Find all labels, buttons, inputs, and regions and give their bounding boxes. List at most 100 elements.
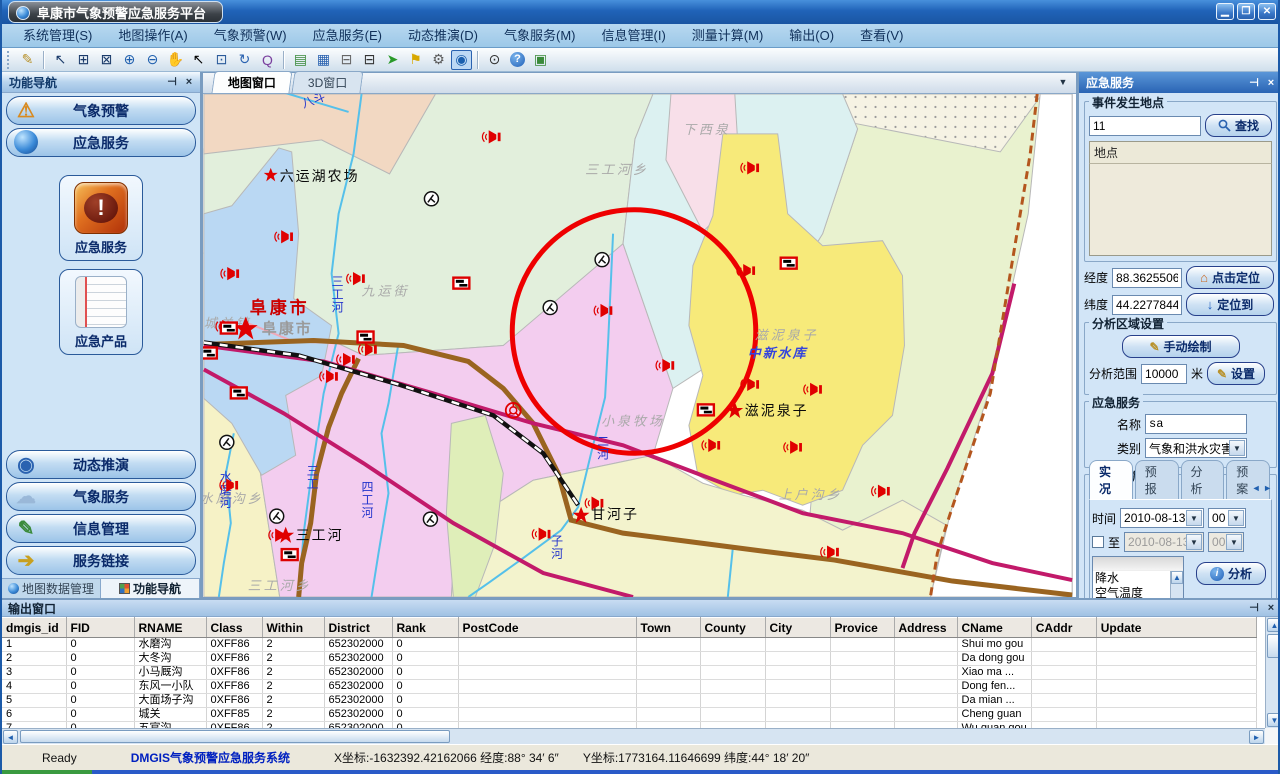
- monument-marker[interactable]: [270, 509, 284, 523]
- tab-3d-window[interactable]: 3D窗口: [291, 71, 363, 93]
- close-icon[interactable]: ×: [182, 75, 196, 89]
- column-header[interactable]: Address: [894, 618, 957, 638]
- monument-marker[interactable]: [423, 512, 437, 526]
- monument-marker[interactable]: [220, 435, 234, 449]
- column-header[interactable]: Provice: [830, 618, 894, 638]
- manual-draw-button[interactable]: ✎ 手动绘制: [1122, 335, 1240, 358]
- tab-analysis[interactable]: 分析: [1181, 460, 1225, 499]
- column-header[interactable]: Town: [636, 618, 700, 638]
- latitude-field[interactable]: [1112, 295, 1182, 315]
- tab-map-data-management[interactable]: 地图数据管理: [2, 579, 101, 598]
- toolbar-grip[interactable]: [7, 51, 13, 69]
- location-list-header[interactable]: 地点: [1089, 141, 1272, 164]
- table-row[interactable]: 20大冬沟0XFF8626523020000Da dong gou: [2, 652, 1256, 666]
- emergency-product-shortcut[interactable]: 应急产品: [59, 269, 143, 355]
- menu-dynamic[interactable]: 动态推演(D): [395, 24, 491, 47]
- flag-marker[interactable]: [231, 387, 247, 398]
- menu-view[interactable]: 查看(V): [847, 24, 916, 47]
- select-icon[interactable]: ↖: [50, 50, 71, 70]
- chevron-down-icon[interactable]: ▼: [1229, 440, 1245, 456]
- click-locate-button[interactable]: ⌂ 点击定位: [1186, 266, 1274, 289]
- hour-from-select[interactable]: 00▼: [1208, 508, 1246, 528]
- sidebar-item-info-management[interactable]: ✎ 信息管理: [6, 514, 196, 543]
- column-header[interactable]: FID: [66, 618, 134, 638]
- map-tab-dropdown-icon[interactable]: ▼: [1056, 77, 1070, 87]
- print-icon[interactable]: ⊟: [336, 50, 357, 70]
- globe-icon[interactable]: ◉: [451, 50, 472, 70]
- monument-marker[interactable]: [424, 192, 438, 206]
- location-list[interactable]: [1089, 164, 1272, 256]
- flag-marker[interactable]: [781, 258, 797, 269]
- range-field[interactable]: [1141, 364, 1187, 384]
- layers-icon[interactable]: ▤: [290, 50, 311, 70]
- element-list[interactable]: 降水 空气温度 ▲: [1092, 556, 1184, 598]
- date-to-select[interactable]: 2010-08-13▼: [1124, 532, 1204, 552]
- flag-marker[interactable]: [221, 323, 237, 334]
- refresh-icon[interactable]: ↻: [234, 50, 255, 70]
- pin-icon[interactable]: ⊣: [1247, 76, 1261, 90]
- flag-marker[interactable]: [453, 278, 469, 289]
- zoom-question-icon[interactable]: Q: [257, 50, 278, 70]
- menu-info[interactable]: 信息管理(I): [589, 24, 679, 47]
- zoom-out-icon[interactable]: ⊖: [142, 50, 163, 70]
- longitude-field[interactable]: [1112, 268, 1182, 288]
- pin-icon[interactable]: ⚑: [405, 50, 426, 70]
- list-scrollbar[interactable]: ▲: [1170, 571, 1183, 598]
- menu-weather-service[interactable]: 气象服务(M): [491, 24, 589, 47]
- menu-emergency[interactable]: 应急服务(E): [300, 24, 395, 47]
- sidebar-item-emergency-service[interactable]: 应急服务: [6, 128, 196, 157]
- menu-output[interactable]: 输出(O): [776, 24, 847, 47]
- tab-map-window[interactable]: 地图窗口: [211, 71, 292, 93]
- column-header[interactable]: Within: [262, 618, 324, 638]
- column-header[interactable]: PostCode: [458, 618, 636, 638]
- flag-marker[interactable]: [698, 404, 714, 415]
- flag-marker[interactable]: [282, 549, 298, 560]
- monument-marker[interactable]: [543, 301, 557, 315]
- map-canvas[interactable]: 八斗六运湖农场三工河乡下西泉九运街阜康市阜康市城关镇滋泥泉子中新水库滋泥泉子小泉…: [203, 94, 1076, 597]
- column-header[interactable]: dmgis_id: [2, 618, 66, 638]
- menu-weather-warning[interactable]: 气象预警(W): [201, 24, 300, 47]
- settings-icon[interactable]: ⚙: [428, 50, 449, 70]
- to-checkbox[interactable]: [1092, 536, 1104, 548]
- sidebar-item-dynamic-deduction[interactable]: ◉ 动态推演: [6, 450, 196, 479]
- measure-icon[interactable]: ✎: [17, 50, 38, 70]
- table-row[interactable]: 60城关0XFF8526523020000Cheng guan: [2, 708, 1256, 722]
- image-icon[interactable]: ▣: [530, 50, 551, 70]
- help-icon[interactable]: ?: [507, 50, 528, 70]
- column-header[interactable]: Class: [206, 618, 262, 638]
- menu-system[interactable]: 系统管理(S): [10, 24, 105, 47]
- locate-to-button[interactable]: ↓ 定位到: [1186, 293, 1274, 316]
- table-row[interactable]: 10水磨沟0XFF8626523020000Shui mo gou: [2, 638, 1256, 652]
- select-rect-icon[interactable]: ⊞: [73, 50, 94, 70]
- menu-measure[interactable]: 测量计算(M): [679, 24, 777, 47]
- analyze-button[interactable]: i 分析: [1196, 562, 1266, 585]
- tab-scroll-icons[interactable]: ◄ ►: [1252, 483, 1272, 493]
- sidebar-item-service-link[interactable]: ➔ 服务链接: [6, 546, 196, 575]
- monument-marker[interactable]: [595, 253, 609, 267]
- pan-icon[interactable]: ✋: [165, 50, 186, 70]
- emergency-service-shortcut[interactable]: ! 应急服务: [59, 175, 143, 261]
- flag-marker[interactable]: [358, 332, 374, 343]
- service-name-field[interactable]: [1145, 414, 1247, 434]
- column-header[interactable]: CName: [957, 618, 1031, 638]
- restore-button[interactable]: ❐: [1237, 3, 1255, 20]
- table-row[interactable]: 50大面场子沟0XFF8626523020000Da mian ...: [2, 694, 1256, 708]
- flag-marker[interactable]: [203, 347, 217, 358]
- full-extent-icon[interactable]: ⊡: [211, 50, 232, 70]
- table-row[interactable]: 40东风一小队0XFF8626523020000Dong fen...: [2, 680, 1256, 694]
- horizontal-scrollbar[interactable]: ◄ ►: [2, 728, 1265, 744]
- column-header[interactable]: CAddr: [1031, 618, 1096, 638]
- pointer-icon[interactable]: ↖: [188, 50, 209, 70]
- service-type-select[interactable]: 气象和洪水灾害 ▼: [1145, 438, 1247, 458]
- sidebar-item-weather-warning[interactable]: ⚠ 气象预警: [6, 96, 196, 125]
- tab-function-nav[interactable]: 功能导航: [101, 579, 200, 598]
- search-button[interactable]: 查找: [1205, 114, 1272, 137]
- select-poly-icon[interactable]: ⊠: [96, 50, 117, 70]
- column-header[interactable]: RNAME: [134, 618, 206, 638]
- map-export-icon[interactable]: ▦: [313, 50, 334, 70]
- menu-map-ops[interactable]: 地图操作(A): [105, 24, 200, 47]
- table-row[interactable]: 30小马厩沟0XFF8626523020000Xiao ma ...: [2, 666, 1256, 680]
- close-button[interactable]: ✕: [1258, 3, 1276, 20]
- set-button[interactable]: ✎ 设置: [1207, 362, 1265, 385]
- column-header[interactable]: Rank: [392, 618, 458, 638]
